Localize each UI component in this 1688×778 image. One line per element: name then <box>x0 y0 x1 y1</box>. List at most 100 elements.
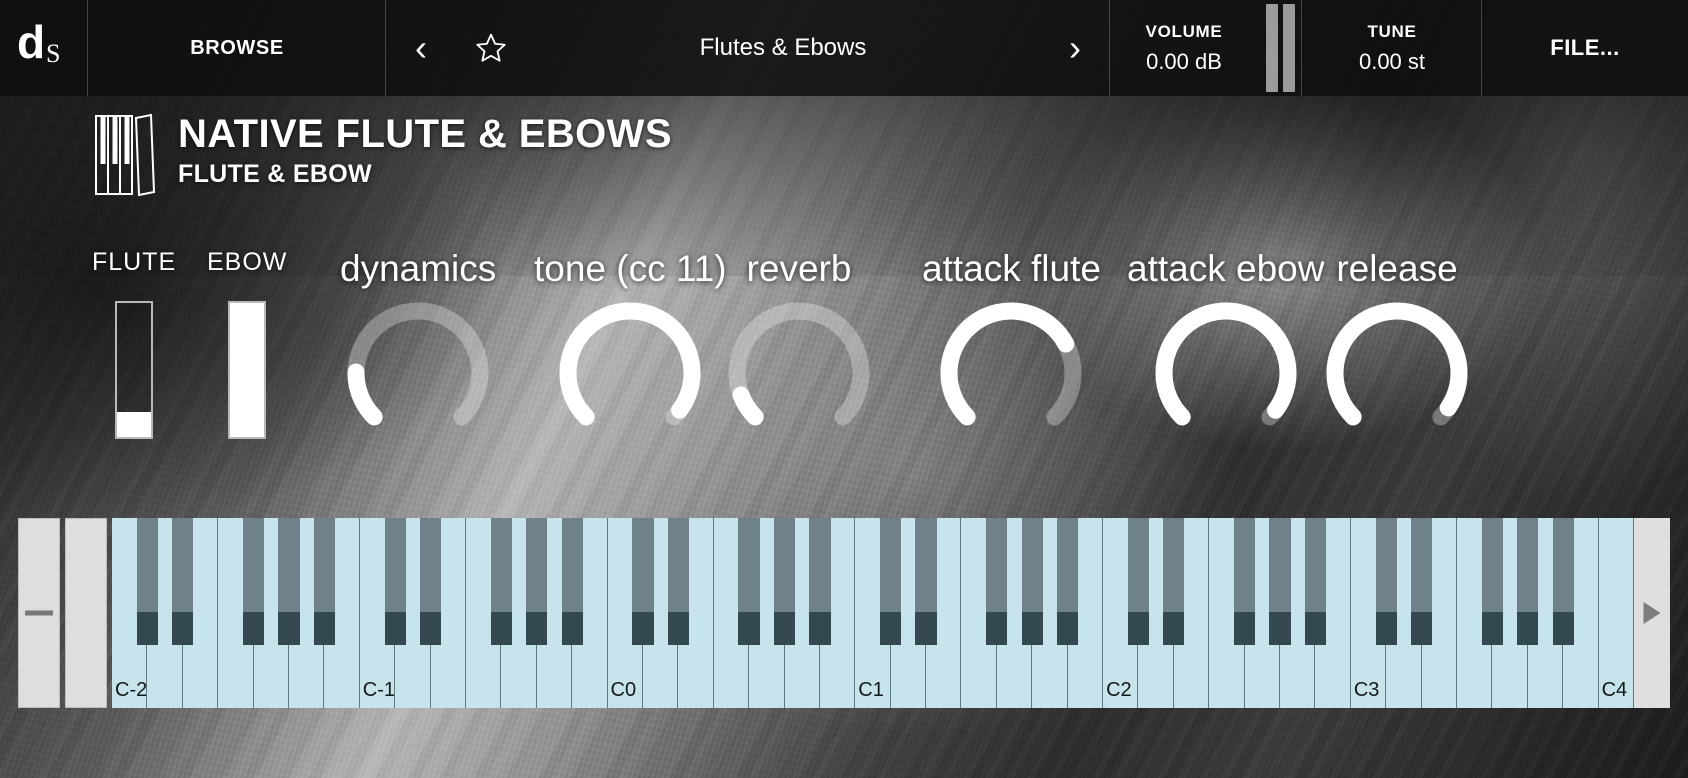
browse-label: BROWSE <box>190 36 284 59</box>
black-key[interactable] <box>773 518 796 645</box>
star-outline-icon <box>476 33 506 62</box>
black-key[interactable] <box>526 518 548 645</box>
piano-keys-icon <box>95 114 156 196</box>
black-key[interactable] <box>809 518 831 645</box>
tone-knob[interactable]: tone (cc 11) <box>534 248 727 444</box>
black-key[interactable] <box>561 518 583 645</box>
black-key[interactable] <box>136 518 158 645</box>
preset-selector: ‹ Flutes & Ebows › <box>386 0 1110 96</box>
file-label: FILE... <box>1550 35 1620 60</box>
file-menu-button[interactable]: FILE... <box>1482 0 1688 96</box>
tune-value: 0.00 st <box>1358 48 1426 74</box>
attack-ebow-knob[interactable]: attack ebow <box>1127 248 1324 444</box>
black-key[interactable] <box>1411 518 1433 645</box>
instrument-subtitle: FLUTE & EBOW <box>178 159 372 188</box>
tone-knob-label: tone (cc 11) <box>534 248 727 289</box>
top-toolbar: d S BROWSE ‹ Flutes & Ebows › VOLUME 0.0… <box>0 0 1688 96</box>
black-key[interactable] <box>738 518 760 645</box>
volume-title: VOLUME <box>1145 21 1223 41</box>
tone-knob-dial[interactable] <box>559 302 701 444</box>
octave-label: C2 <box>1106 679 1132 701</box>
attack-flute-knob-value-arc <box>941 302 1075 426</box>
preset-name-label[interactable]: Flutes & Ebows <box>526 34 1040 62</box>
browse-button[interactable]: BROWSE <box>88 0 386 96</box>
black-key[interactable] <box>986 518 1008 645</box>
release-knob-dial[interactable] <box>1326 302 1468 444</box>
black-key[interactable] <box>632 518 654 645</box>
octave-label: C0 <box>610 679 637 701</box>
controls-row: FLUTE EBOW dynamics tone (cc 11) reverb attac… <box>0 248 1688 478</box>
black-key[interactable] <box>1552 518 1574 645</box>
black-key[interactable] <box>667 518 689 645</box>
black-key[interactable] <box>419 518 442 645</box>
tune-title: TUNE <box>1367 21 1417 41</box>
flute-fader-track[interactable] <box>115 301 154 439</box>
black-key[interactable] <box>1234 518 1256 645</box>
black-key[interactable] <box>172 518 194 645</box>
flute-fader-label: FLUTE <box>92 248 177 276</box>
pitch-bend-handle <box>25 610 53 616</box>
dynamics-knob-label: dynamics <box>340 248 497 289</box>
black-key[interactable] <box>1304 518 1327 645</box>
meter-bar-right <box>1282 4 1295 92</box>
attack-ebow-knob-value-arc <box>1155 302 1297 426</box>
pitch-bend-wheel[interactable] <box>18 518 60 708</box>
ebow-fader-label: EBOW <box>207 248 288 276</box>
black-key[interactable] <box>1057 518 1079 645</box>
attack-flute-knob-dial[interactable] <box>940 302 1082 444</box>
black-key[interactable] <box>1021 518 1043 645</box>
volume-value: 0.00 dB <box>1146 48 1222 74</box>
dynamics-knob-track <box>347 302 489 426</box>
next-preset-button[interactable]: › <box>1040 27 1110 69</box>
reverb-knob-label: reverb <box>746 248 852 289</box>
reverb-knob-dial[interactable] <box>728 302 870 444</box>
play-triangle-right-icon <box>1643 602 1661 624</box>
black-key[interactable] <box>1517 518 1539 645</box>
flute-fader-fill <box>117 411 152 437</box>
favorite-star-icon[interactable] <box>456 31 526 65</box>
app-logo[interactable]: d S <box>0 0 88 96</box>
dynamics-knob-dial[interactable] <box>347 302 489 444</box>
black-key[interactable] <box>1127 518 1150 645</box>
output-level-meter <box>1258 0 1302 96</box>
black-key[interactable] <box>1269 518 1291 645</box>
black-key[interactable] <box>1481 518 1504 645</box>
keyboard-scroll-right-button[interactable] <box>1634 518 1670 708</box>
octave-label: C-1 <box>362 679 395 701</box>
keyboard-panel: C-2 C-1 C0 C1 C2 C3 C4 <box>18 518 1670 708</box>
black-key[interactable] <box>384 518 406 645</box>
piano-keys[interactable]: C-2 C-1 C0 C1 C2 C3 C4 <box>112 518 1634 708</box>
release-knob[interactable]: release <box>1326 248 1468 444</box>
black-key[interactable] <box>915 518 937 645</box>
black-key[interactable] <box>1163 518 1185 645</box>
attack-ebow-knob-dial[interactable] <box>1155 302 1297 444</box>
reverb-knob[interactable]: reverb <box>728 248 870 444</box>
octave-label: C1 <box>858 679 884 701</box>
plugin-window: d S BROWSE ‹ Flutes & Ebows › VOLUME 0.0… <box>0 0 1688 778</box>
dynamics-knob[interactable]: dynamics <box>340 248 496 444</box>
black-key[interactable] <box>278 518 300 645</box>
dynamics-knob-value-arc <box>347 363 383 426</box>
flute-fader[interactable]: FLUTE <box>92 248 176 439</box>
black-key[interactable] <box>490 518 512 645</box>
tone-knob-value-arc <box>559 302 701 426</box>
attack-flute-knob-label: attack flute <box>922 248 1101 289</box>
black-key[interactable] <box>242 518 265 645</box>
octave-label: C4 <box>1601 679 1628 701</box>
tune-control[interactable]: TUNE 0.00 st <box>1302 0 1482 96</box>
ebow-fader-track[interactable] <box>228 301 267 439</box>
modulation-wheel[interactable] <box>65 518 107 708</box>
attack-flute-knob[interactable]: attack flute <box>922 248 1101 444</box>
previous-preset-button[interactable]: ‹ <box>386 27 456 69</box>
reverb-knob-track <box>728 302 870 426</box>
octave-label: C-2 <box>115 679 148 701</box>
black-key[interactable] <box>880 518 902 645</box>
release-knob-label: release <box>1336 248 1458 289</box>
black-key[interactable] <box>313 518 335 645</box>
black-key[interactable] <box>1375 518 1397 645</box>
reverb-knob-value-arc <box>732 386 764 426</box>
instrument-title: NATIVE FLUTE & EBOWS <box>178 112 672 156</box>
ebow-fader[interactable]: EBOW <box>207 248 287 439</box>
volume-control[interactable]: VOLUME 0.00 dB <box>1110 0 1258 96</box>
logo-letter-d: d <box>17 16 46 68</box>
